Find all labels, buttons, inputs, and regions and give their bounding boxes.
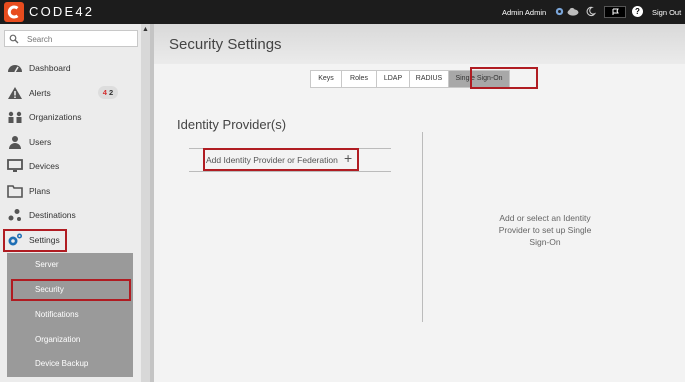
folder-icon [7,185,23,198]
tab-keys[interactable]: Keys [310,70,342,88]
alert-icon [8,87,22,99]
organizations-icon [8,111,22,123]
dashboard-icon [8,65,22,73]
search-box[interactable] [4,30,138,47]
submenu-item-label: Organization [35,335,81,344]
brand-name: CODE42 [29,4,95,19]
sidebar-item-organizations[interactable]: Organizations [0,106,141,128]
scroll-up-icon[interactable]: ▲ [142,26,149,33]
sign-out-link[interactable]: Sign Out [652,8,681,17]
submenu-item-server[interactable]: Server [7,254,133,276]
submenu-item-notifications[interactable]: Notifications [7,304,133,326]
submenu-item-label: Notifications [35,310,79,319]
flag-button[interactable] [604,6,626,18]
divider-line [189,171,391,172]
add-identity-provider-button[interactable] [203,148,359,171]
sidebar-item-label: Alerts [29,88,51,98]
sidebar-item-alerts[interactable]: Alerts 4 2 [0,82,141,104]
cloud-icon[interactable] [566,6,580,17]
user-icon [9,136,21,149]
sidebar-item-devices[interactable]: Devices [0,155,141,177]
sidebar-item-dashboard[interactable]: Dashboard [0,57,141,79]
search-icon [9,34,19,44]
submenu-item-device-backup[interactable]: Device Backup [7,353,133,375]
submenu-item-label: Server [35,260,59,269]
tab-roles[interactable]: Roles [341,70,377,88]
security-highlight [11,279,131,301]
search-input[interactable] [27,33,132,45]
sidebar-item-label: Organizations [29,112,82,122]
sidebar-item-label: Devices [29,161,60,171]
sidebar-item-plans[interactable]: Plans [0,180,141,202]
gear-icon[interactable] [554,6,565,17]
sidebar-item-label: Destinations [29,210,76,220]
main-panel: Security Settings Keys Roles LDAP RADIUS… [154,24,685,382]
alert-count-badge: 4 2 [98,86,118,99]
sidebar-item-label: Plans [29,186,51,196]
logo-icon [4,2,24,22]
empty-state-message: Add or select an Identity Provider to se… [498,213,592,247]
flag-icon [612,8,619,15]
moon-icon[interactable] [585,6,596,17]
sidebar-item-users[interactable]: Users [0,131,141,153]
alert-warning-count: 2 [109,88,114,97]
tab-ldap[interactable]: LDAP [376,70,410,88]
identity-provider-heading: Identity Provider(s) [177,117,287,132]
column-divider [422,132,423,322]
settings-submenu: Server Security Notifications Organizati… [7,253,133,377]
monitor-icon [7,159,23,172]
help-icon[interactable]: ? [632,6,643,17]
sidebar-scrollbar[interactable]: ▲ [141,24,150,382]
title-band: Security Settings [154,24,685,64]
destinations-icon [8,209,21,221]
tab-radius[interactable]: RADIUS [409,70,449,88]
single-sign-on-highlight [470,67,538,89]
submenu-item-organization[interactable]: Organization [7,329,133,351]
user-name[interactable]: Admin Admin [502,8,546,17]
sidebar-item-label: Users [29,137,52,147]
sidebar-item-label: Dashboard [29,63,71,73]
alert-critical-count: 4 [102,88,107,97]
top-bar: CODE42 Admin Admin ? Sign Out [0,0,685,24]
page-title: Security Settings [169,36,282,53]
settings-highlight [3,229,67,252]
submenu-item-label: Device Backup [35,359,89,368]
sidebar-item-destinations[interactable]: Destinations [0,204,141,226]
